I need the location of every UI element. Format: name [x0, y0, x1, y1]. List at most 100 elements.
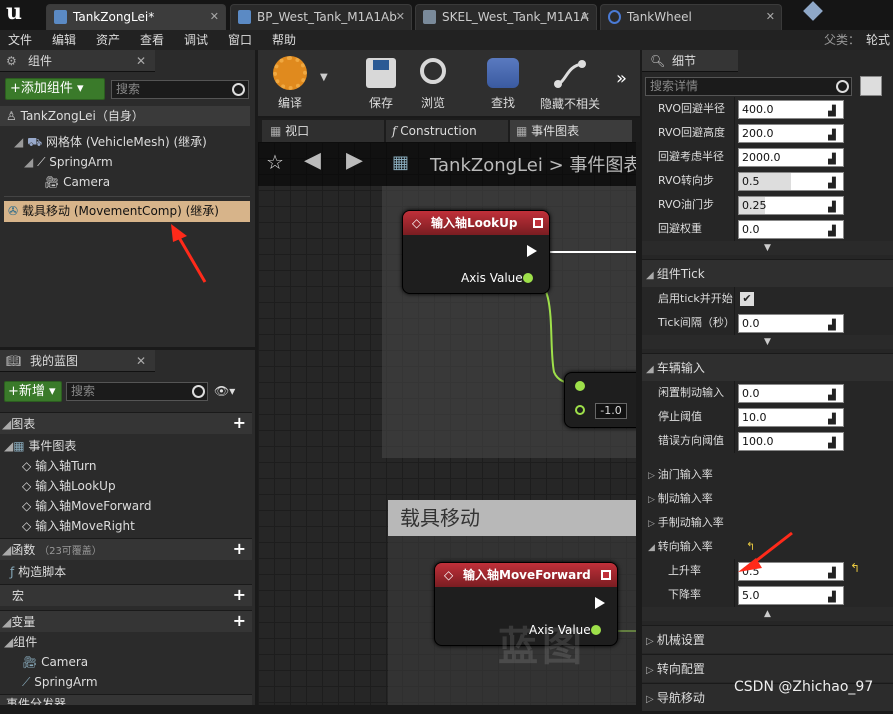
add-variable-icon[interactable]: + [233, 611, 246, 631]
blueprint-search-input[interactable]: 搜索 [66, 382, 208, 401]
save-button[interactable]: 保存 [358, 52, 404, 114]
new-button[interactable]: +新增 ▾ [4, 381, 62, 402]
close-icon[interactable]: ✕ [581, 5, 590, 29]
expand-icon[interactable]: ▷ [642, 519, 658, 529]
close-icon[interactable]: ✕ [136, 350, 146, 372]
tree-item-event-graph[interactable]: ◢▦ 事件图表 [4, 438, 76, 454]
find-button[interactable]: 查找 [480, 52, 526, 114]
grid-view-icon[interactable] [860, 76, 882, 96]
var-item-camera[interactable]: 🎥︎ Camera [22, 654, 88, 670]
value-field[interactable]: -1.0 [595, 403, 627, 419]
root-component[interactable]: ♙ TankZongLei（自身） [0, 106, 250, 126]
details-tab[interactable]: 🔍︎ 细节 [642, 50, 738, 72]
chevron-down-icon[interactable]: ▼ [320, 72, 328, 83]
source-control-icon[interactable] [803, 1, 823, 21]
collapsed-property[interactable]: ▷ 制动输入率 [642, 487, 893, 511]
tab-construction[interactable]: f Construction [386, 120, 508, 142]
details-search-input[interactable]: 搜索详情 [645, 77, 852, 96]
close-icon[interactable]: ✕ [136, 50, 146, 72]
tree-item-springarm[interactable]: ◢ ⟋ SpringArm [24, 154, 113, 170]
expand-icon[interactable]: ◢ [642, 364, 657, 375]
input-axis-lookup-node[interactable]: ◇ 输入轴LookUp Axis Value [402, 210, 550, 294]
collapse-up-icon[interactable]: ▲ [642, 607, 893, 621]
parent-class-value[interactable]: 轮式 [866, 30, 890, 50]
more-icon[interactable]: » [616, 68, 627, 89]
menu-window[interactable]: 窗口 [228, 30, 252, 50]
components-tab[interactable]: ⚙ 组件 ✕ [0, 50, 155, 72]
tab-event-graph[interactable]: ▦ 事件图表 [510, 120, 632, 142]
add-function-icon[interactable]: + [233, 539, 246, 559]
section-variables[interactable]: ◢变量 + [0, 610, 252, 632]
tab-tankwheel[interactable]: TankWheel ✕ [600, 4, 782, 30]
graph-canvas[interactable]: ☆ ◀ ▶ ▦ TankZongLei > 事件图表 ◇ 输入轴LookUp A… [258, 142, 636, 705]
components-search-input[interactable]: 搜索 [111, 80, 249, 99]
tree-item-construct-script[interactable]: ƒ 构造脚本 [10, 564, 66, 580]
expand-icon[interactable]: ◢ [642, 543, 658, 553]
my-blueprint-tab[interactable]: 📖︎ 我的蓝图 ✕ [0, 350, 155, 372]
close-icon[interactable]: ✕ [396, 5, 405, 29]
column-divider [734, 429, 735, 453]
expand-icon[interactable]: ◢ [642, 270, 657, 281]
expand-icon[interactable]: ◢ [24, 155, 33, 169]
axis-value-pin[interactable] [523, 273, 533, 283]
section-dispatchers[interactable]: 事件分发器 [0, 694, 252, 705]
var-item-springarm[interactable]: ⟋ SpringArm [22, 674, 98, 690]
expand-icon[interactable]: ◢ [14, 135, 23, 149]
checkbox[interactable]: ✔ [740, 292, 754, 306]
section-macros[interactable]: 宏 + [0, 584, 252, 606]
add-macro-icon[interactable]: + [233, 585, 246, 605]
expand-down-icon[interactable]: ▼ [642, 335, 893, 349]
exec-out-pin[interactable] [595, 597, 605, 609]
event-item[interactable]: ◇ 输入轴MoveForward [22, 498, 152, 514]
eye-icon[interactable]: 👁︎▾ [214, 384, 235, 398]
expand-icon[interactable]: ▷ [642, 636, 657, 647]
delegate-pin[interactable] [533, 218, 543, 228]
expand-icon[interactable]: ▷ [642, 665, 657, 676]
tree-item-components-var[interactable]: ◢组件 [4, 634, 37, 650]
details-section[interactable]: ◢ 车辆输入 [642, 353, 893, 381]
event-item[interactable]: ◇ 输入轴MoveRight [22, 518, 135, 534]
tree-item-camera[interactable]: 🎥︎ Camera [44, 174, 110, 190]
section-graphs[interactable]: ◢图表 + [0, 412, 252, 434]
close-icon[interactable]: ✕ [210, 5, 219, 29]
expand-icon[interactable]: ▷ [642, 694, 657, 705]
expand-down-icon[interactable]: ▼ [642, 241, 893, 255]
details-section[interactable]: ◢ 组件Tick [642, 259, 893, 287]
multiply-node[interactable]: -1.0 [564, 372, 636, 428]
input-pin-a[interactable] [575, 381, 585, 391]
details-section[interactable]: ▷ 转向配置 [642, 654, 893, 682]
tab-bp-west-tank[interactable]: BP_West_Tank_M1A1Ab ✕ [230, 4, 412, 30]
expand-icon[interactable]: ▷ [642, 471, 658, 481]
comment-title[interactable]: 载具移动 [388, 500, 636, 536]
event-item[interactable]: ◇ 输入轴Turn [22, 458, 97, 474]
drag-icon[interactable]: ▟ [828, 432, 836, 456]
tab-tankzonglei[interactable]: TankZongLei* ✕ [46, 4, 226, 30]
compile-button[interactable]: 编译 [262, 52, 318, 114]
reset-icon[interactable]: ↰ [850, 561, 860, 575]
add-component-button[interactable]: +添加组件 ▾ [5, 78, 105, 100]
event-item[interactable]: ◇ 输入轴LookUp [22, 478, 116, 494]
section-functions[interactable]: ◢函数 （23可覆盖） + [0, 538, 252, 560]
menu-view[interactable]: 查看 [140, 30, 164, 50]
details-section[interactable]: ▷ 机械设置 [642, 625, 893, 653]
menu-debug[interactable]: 调试 [184, 30, 208, 50]
axis-value-pin[interactable] [591, 625, 601, 635]
menu-asset[interactable]: 资产 [96, 30, 120, 50]
input-pin-b[interactable] [575, 405, 585, 415]
exec-out-pin[interactable] [527, 245, 537, 257]
menu-edit[interactable]: 编辑 [52, 30, 76, 50]
hide-unrelated-button[interactable]: 隐藏不相关 [534, 52, 606, 114]
menu-file[interactable]: 文件 [8, 30, 32, 50]
tab-skel-west-tank[interactable]: SKEL_West_Tank_M1A1A ✕ [415, 4, 597, 30]
tree-item-vehiclemesh[interactable]: ◢ ⛟ 网格体 (VehicleMesh) (继承) [14, 134, 207, 150]
delegate-pin[interactable] [601, 570, 611, 580]
expand-icon[interactable]: ▷ [642, 495, 658, 505]
close-icon[interactable]: ✕ [766, 5, 775, 29]
expand-icon[interactable]: ◢ [4, 635, 13, 649]
collapsed-property[interactable]: ▷ 油门输入率 [642, 463, 893, 487]
tab-viewport[interactable]: ▦ 视口 [262, 120, 384, 142]
tree-item-movementcomp[interactable]: ✇ 载具移动 (MovementComp) (继承) [4, 201, 250, 222]
menu-help[interactable]: 帮助 [272, 30, 296, 50]
browse-button[interactable]: 浏览 [410, 52, 456, 114]
add-graph-icon[interactable]: + [233, 413, 246, 433]
